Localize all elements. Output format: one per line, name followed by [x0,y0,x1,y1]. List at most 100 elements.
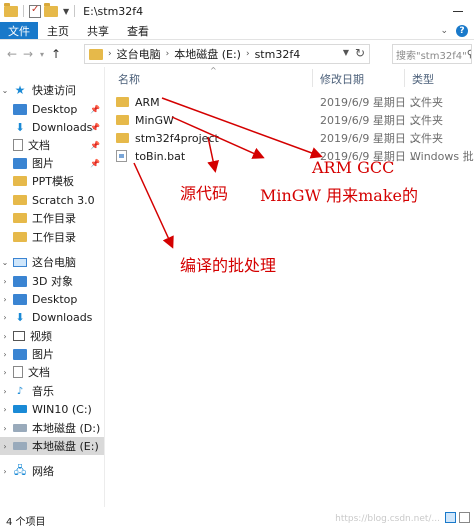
toolbar-divider [23,5,24,17]
file-row[interactable]: ARM 2019/6/9 星期日 ... 文件夹 [116,93,474,111]
nav-work-dir-1[interactable]: 工作目录 [0,209,104,227]
properties-icon[interactable] [29,4,41,18]
collapse-icon[interactable]: ⌄ [0,258,10,267]
expand-icon[interactable]: › [0,368,10,377]
nav-ppt-templates[interactable]: PPT模板 [0,172,104,190]
minimize-button[interactable] [442,0,474,22]
picture-icon [13,348,27,360]
breadcrumb-separator[interactable]: › [108,49,112,59]
nav-label: Downloads [32,310,93,324]
nav-3d-objects[interactable]: › 3D 对象 [0,272,104,290]
column-header-date[interactable]: 修改日期 [320,71,364,87]
address-bar[interactable]: › 这台电脑 › 本地磁盘 (E:) › stm32f4 ▼ ↻ [84,44,370,64]
column-divider[interactable] [404,69,405,87]
drive-icon [13,424,27,432]
pin-icon[interactable]: 📌 [90,141,100,150]
tab-view[interactable]: 查看 [118,22,158,39]
breadcrumb-separator[interactable]: › [166,49,170,59]
quick-access-toolbar: ▼ [0,2,77,18]
nav-pictures[interactable]: 图片 📌 [0,154,104,172]
breadcrumb-this-pc[interactable]: 这台电脑 [117,46,161,62]
details-view-icon[interactable] [445,512,456,523]
annotation-batch: 编译的批处理 [180,256,277,275]
folder-icon [4,2,18,17]
nav-pc-desktop[interactable]: › Desktop [0,290,104,308]
column-divider[interactable] [312,69,313,87]
nav-scratch[interactable]: Scratch 3.0 [0,191,104,209]
tab-home[interactable]: 主页 [38,22,78,39]
nav-label: 本地磁盘 (D:) [32,422,101,435]
file-row[interactable]: toBin.bat 2019/6/9 星期日 ... Windows 批处 [116,147,474,165]
forward-button[interactable]: → [20,44,36,64]
breadcrumb-separator[interactable]: › [246,49,250,59]
cube-icon [13,275,27,287]
window-controls [442,0,474,22]
folder-icon [13,232,27,242]
network-icon: 🖧 [13,463,27,477]
nav-music[interactable]: › ♪ 音乐 [0,382,104,400]
large-icons-view-icon[interactable] [459,512,470,523]
column-header-type[interactable]: 类型 [412,71,434,87]
folder-icon [89,48,103,60]
nav-desktop[interactable]: Desktop 📌 [0,100,104,118]
address-history-icon[interactable]: ▼ [343,48,349,57]
file-date: 2019/6/9 星期日 ... [320,96,420,109]
expand-icon[interactable]: › [0,405,10,414]
nav-network[interactable]: › 🖧 网络 [0,462,104,480]
refresh-icon[interactable]: ↻ [355,46,365,60]
nav-drive-e[interactable]: › 本地磁盘 (E:) [0,437,104,455]
expand-icon[interactable]: › [0,295,10,304]
expand-icon[interactable]: › [0,467,10,476]
file-type: Windows 批处 [410,150,474,163]
expand-icon[interactable]: › [0,387,10,396]
pane-divider[interactable] [104,67,105,507]
breadcrumb-stm32f4[interactable]: stm32f4 [255,48,301,61]
file-list: ^ 名称 修改日期 类型 ARM 2019/6/9 星期日 ... 文件夹 Mi… [110,67,474,507]
search-box[interactable]: 搜索"stm32f4" ⚲ [392,44,472,64]
pin-icon[interactable]: 📌 [90,105,100,114]
tab-file[interactable]: 文件 [0,22,38,39]
expand-icon[interactable]: › [0,277,10,286]
recent-locations-icon[interactable]: ▾ [36,44,48,64]
expand-icon[interactable]: › [0,332,10,341]
folder-icon [116,97,129,107]
item-count: 4 个项目 [6,516,46,528]
nav-videos[interactable]: › 视频 [0,327,104,345]
pin-icon[interactable]: 📌 [90,159,100,168]
nav-label: 图片 [32,348,54,361]
music-icon: ♪ [16,385,24,397]
annotation-mingw: MinGW 用来make的 [260,186,418,205]
nav-drive-d[interactable]: › 本地磁盘 (D:) [0,419,104,437]
computer-icon [13,257,27,267]
nav-quick-access[interactable]: ⌄ ★ 快速访问 [0,81,104,99]
up-button[interactable]: ↑ [48,44,64,64]
star-icon: ★ [14,83,26,97]
column-header-name[interactable]: 名称 [118,71,140,87]
nav-downloads[interactable]: ⬇ Downloads 📌 [0,118,104,136]
expand-ribbon-icon[interactable]: ⌄ [440,26,448,36]
new-folder-icon[interactable] [44,2,58,17]
collapse-icon[interactable]: ⌄ [0,86,10,95]
nav-this-pc[interactable]: ⌄ 这台电脑 [0,253,104,271]
nav-pc-pictures[interactable]: › 图片 [0,345,104,363]
pin-icon[interactable]: 📌 [90,123,100,132]
file-row[interactable]: stm32f4project 2019/6/9 星期日 ... 文件夹 [116,129,474,147]
nav-documents[interactable]: 文档 📌 [0,136,104,154]
nav-pc-downloads[interactable]: › ⬇ Downloads [0,308,104,326]
expand-icon[interactable]: › [0,313,10,322]
file-type: 文件夹 [410,96,443,109]
tab-share[interactable]: 共享 [78,22,118,39]
nav-work-dir-2[interactable]: 工作目录 [0,228,104,246]
expand-icon[interactable]: › [0,350,10,359]
back-button[interactable]: ← [4,44,20,64]
file-date: 2019/6/9 星期日 ... [320,132,420,145]
nav-drive-c[interactable]: › WIN10 (C:) [0,400,104,418]
expand-icon[interactable]: › [0,424,10,433]
nav-pc-documents[interactable]: › 文档 [0,363,104,381]
customize-toolbar-icon[interactable]: ▼ [63,7,69,16]
file-row[interactable]: MinGW 2019/6/9 星期日 ... 文件夹 [116,111,474,129]
expand-icon[interactable]: › [0,442,10,451]
breadcrumb-drive-e[interactable]: 本地磁盘 (E:) [174,46,241,62]
folder-icon [116,133,129,143]
help-icon[interactable]: ? [456,25,468,37]
